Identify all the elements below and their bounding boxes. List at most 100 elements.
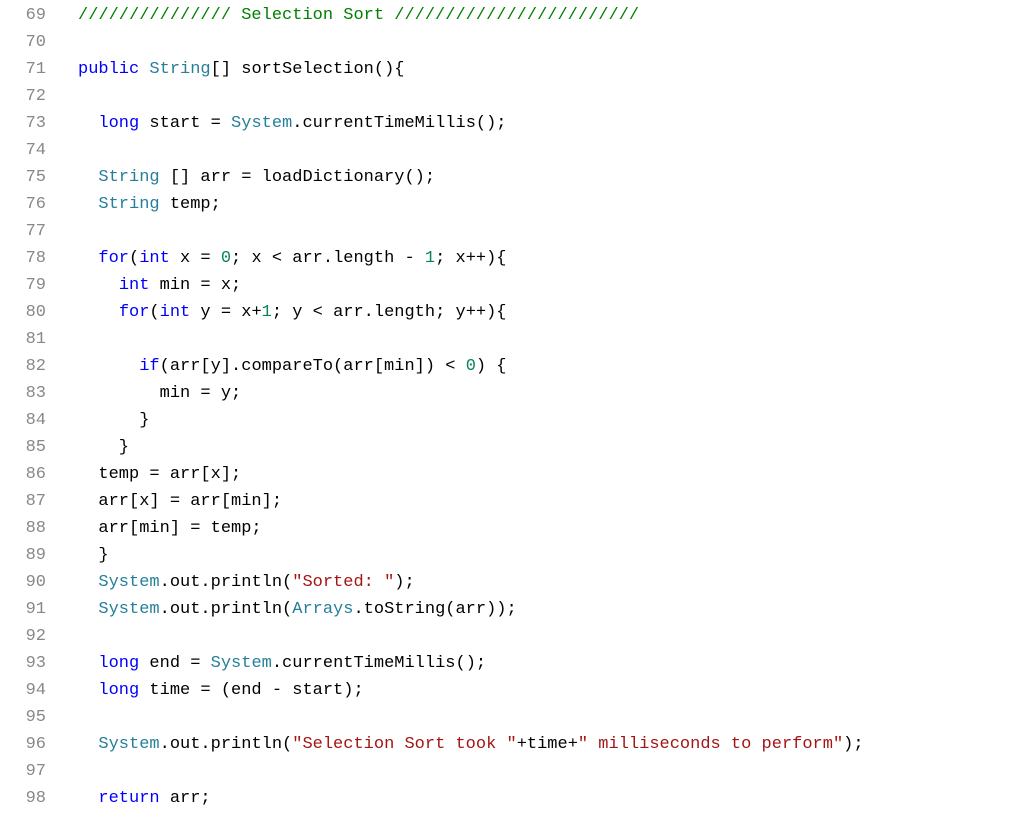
token-class: String <box>149 60 210 79</box>
code-line[interactable]: long time = (end - start); <box>78 677 1024 704</box>
code-line[interactable] <box>78 704 1024 731</box>
code-line[interactable] <box>78 758 1024 785</box>
token-black <box>78 249 98 268</box>
code-line[interactable] <box>78 137 1024 164</box>
code-line[interactable] <box>78 326 1024 353</box>
line-number: 70 <box>0 29 46 56</box>
code-line[interactable]: public String[] sortSelection(){ <box>78 56 1024 83</box>
token-keyword: long <box>98 681 139 700</box>
line-number-gutter: 6970717273747576777879808182838485868788… <box>0 0 58 822</box>
token-keyword: int <box>160 303 191 322</box>
token-black: (arr[y].compareTo(arr[min]) < <box>160 357 466 376</box>
token-string: " milliseconds to perform" <box>578 735 843 754</box>
token-class: Arrays <box>292 600 353 619</box>
code-line[interactable]: System.out.println(Arrays.toString(arr))… <box>78 596 1024 623</box>
line-number: 87 <box>0 488 46 515</box>
token-class: String <box>98 168 159 187</box>
line-number: 71 <box>0 56 46 83</box>
token-number: 1 <box>262 303 272 322</box>
token-string: "Sorted: " <box>292 573 394 592</box>
token-black <box>78 735 98 754</box>
code-line[interactable] <box>78 29 1024 56</box>
token-black: min = x; <box>149 276 241 295</box>
code-line[interactable] <box>78 218 1024 245</box>
line-number: 77 <box>0 218 46 245</box>
line-number: 90 <box>0 569 46 596</box>
code-editor-area[interactable]: /////////////// Selection Sort /////////… <box>58 0 1024 822</box>
token-keyword: for <box>98 249 129 268</box>
token-black <box>139 60 149 79</box>
code-line[interactable] <box>78 83 1024 110</box>
code-line[interactable]: temp = arr[x]; <box>78 461 1024 488</box>
token-black: ); <box>843 735 863 754</box>
line-number: 74 <box>0 137 46 164</box>
line-number: 73 <box>0 110 46 137</box>
token-black: [] sortSelection(){ <box>211 60 405 79</box>
line-number: 86 <box>0 461 46 488</box>
code-line[interactable]: long start = System.currentTimeMillis(); <box>78 110 1024 137</box>
code-line[interactable] <box>78 623 1024 650</box>
code-line[interactable]: if(arr[y].compareTo(arr[min]) < 0) { <box>78 353 1024 380</box>
token-black: .out.println( <box>160 600 293 619</box>
line-number: 94 <box>0 677 46 704</box>
token-black: .toString(arr)); <box>353 600 516 619</box>
token-keyword: for <box>119 303 150 322</box>
token-black <box>78 654 98 673</box>
line-number: 78 <box>0 245 46 272</box>
token-black: ) { <box>476 357 507 376</box>
code-line[interactable]: } <box>78 434 1024 461</box>
token-black: } <box>78 411 149 430</box>
code-line[interactable]: long end = System.currentTimeMillis(); <box>78 650 1024 677</box>
token-class: String <box>98 195 159 214</box>
token-black <box>78 114 98 133</box>
token-number: 1 <box>425 249 435 268</box>
code-line[interactable]: arr[x] = arr[min]; <box>78 488 1024 515</box>
token-keyword: int <box>119 276 150 295</box>
code-line[interactable]: System.out.println("Selection Sort took … <box>78 731 1024 758</box>
token-black: .out.println( <box>160 735 293 754</box>
token-black: y = x+ <box>190 303 261 322</box>
code-line[interactable]: arr[min] = temp; <box>78 515 1024 542</box>
token-keyword: long <box>98 114 139 133</box>
line-number: 81 <box>0 326 46 353</box>
token-black: ; y < arr.length; y++){ <box>272 303 507 322</box>
code-line[interactable]: } <box>78 542 1024 569</box>
code-line[interactable]: return arr; <box>78 785 1024 812</box>
line-number: 75 <box>0 164 46 191</box>
token-class: System <box>211 654 272 673</box>
token-black: arr; <box>160 789 211 808</box>
line-number: 95 <box>0 704 46 731</box>
token-black: ( <box>149 303 159 322</box>
token-black <box>78 573 98 592</box>
code-line[interactable]: min = y; <box>78 380 1024 407</box>
line-number: 89 <box>0 542 46 569</box>
token-black: start = <box>139 114 231 133</box>
token-keyword: int <box>139 249 170 268</box>
token-black: temp = arr[x]; <box>78 465 241 484</box>
token-keyword: public <box>78 60 139 79</box>
code-line[interactable]: System.out.println("Sorted: "); <box>78 569 1024 596</box>
code-line[interactable]: for(int x = 0; x < arr.length - 1; x++){ <box>78 245 1024 272</box>
line-number: 72 <box>0 83 46 110</box>
code-line[interactable]: for(int y = x+1; y < arr.length; y++){ <box>78 299 1024 326</box>
line-number: 93 <box>0 650 46 677</box>
token-black: ); <box>394 573 414 592</box>
token-black: end = <box>139 654 210 673</box>
line-number: 85 <box>0 434 46 461</box>
code-line[interactable]: int min = x; <box>78 272 1024 299</box>
token-class: System <box>231 114 292 133</box>
token-black: .currentTimeMillis(); <box>292 114 506 133</box>
token-black: min = y; <box>78 384 241 403</box>
code-line[interactable]: String temp; <box>78 191 1024 218</box>
token-black: .currentTimeMillis(); <box>272 654 486 673</box>
line-number: 96 <box>0 731 46 758</box>
token-black: time = (end - start); <box>139 681 363 700</box>
token-class: System <box>98 600 159 619</box>
token-black: ( <box>129 249 139 268</box>
token-black <box>78 195 98 214</box>
code-line[interactable]: String [] arr = loadDictionary(); <box>78 164 1024 191</box>
code-line[interactable]: } <box>78 407 1024 434</box>
code-line[interactable]: /////////////// Selection Sort /////////… <box>78 2 1024 29</box>
token-keyword: long <box>98 654 139 673</box>
line-number: 80 <box>0 299 46 326</box>
